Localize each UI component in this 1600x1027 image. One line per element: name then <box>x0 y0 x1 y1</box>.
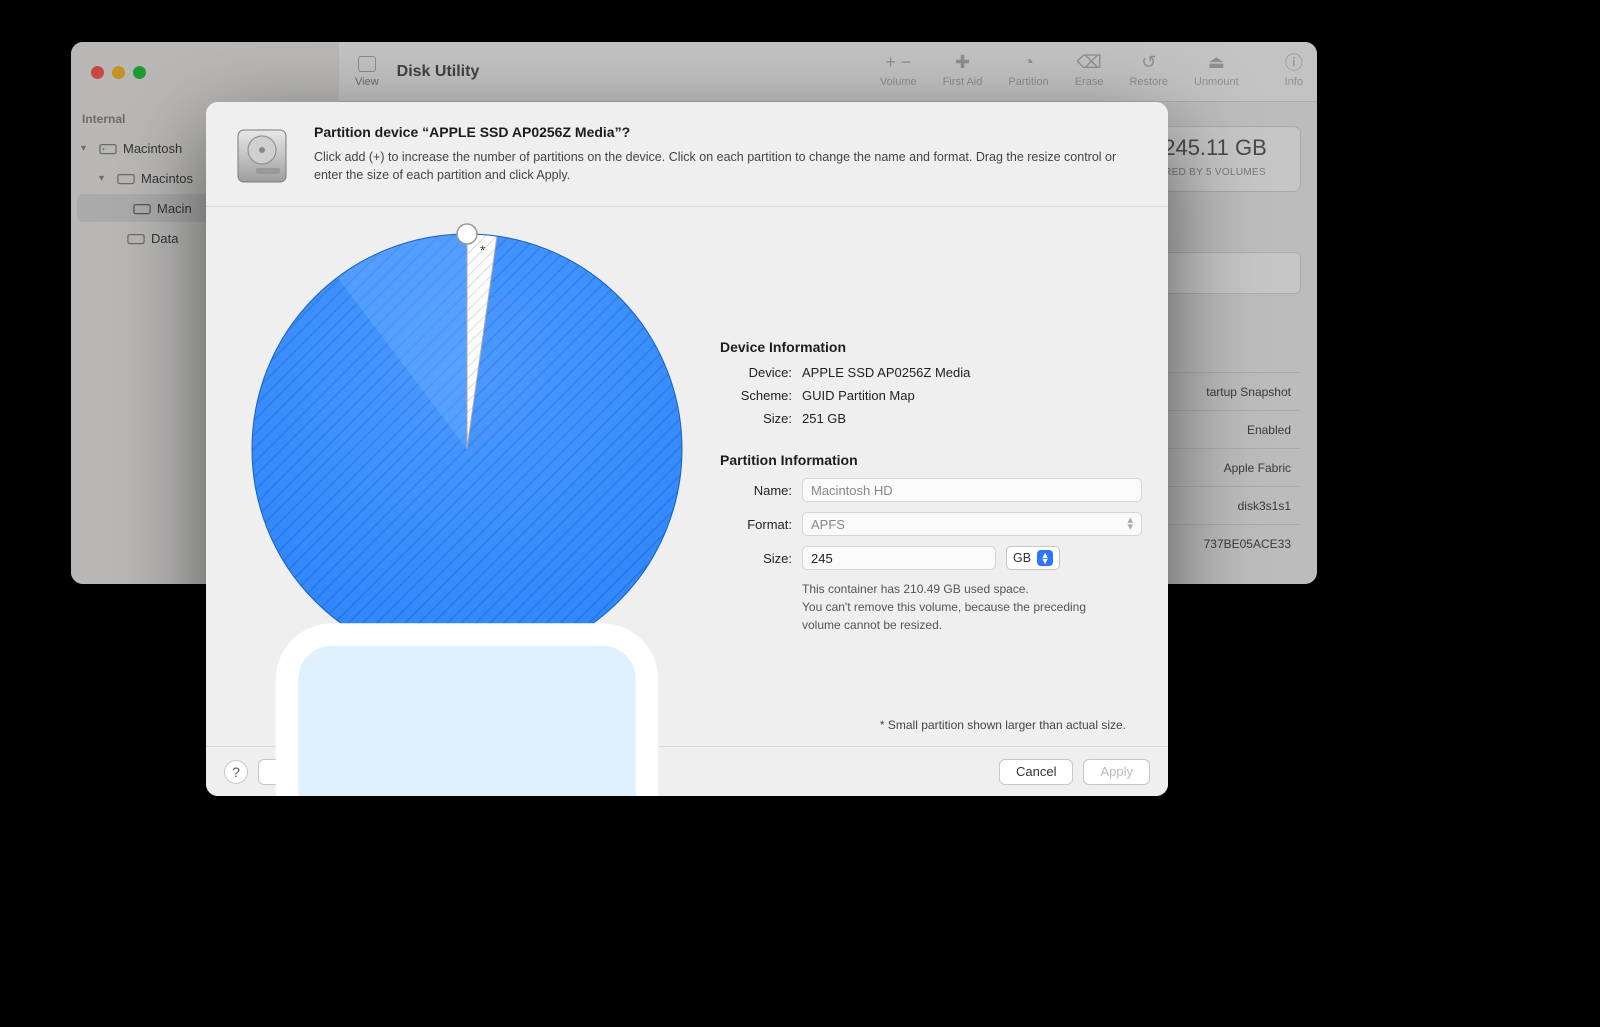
erase-button[interactable]: ⌫Erase <box>1075 52 1104 88</box>
sidebar-item-label: Macintos <box>141 171 193 186</box>
unmount-button[interactable]: ⏏Unmount <box>1194 52 1239 88</box>
size-label: Size: <box>720 551 792 566</box>
pie-icon: ◔ <box>1008 52 1048 72</box>
format-select[interactable]: APFS ▴▾ <box>802 512 1142 536</box>
hard-drive-icon <box>230 124 294 188</box>
partition-button[interactable]: ◔Partition <box>1008 52 1048 88</box>
disk-icon <box>99 141 117 155</box>
plus-minus-icon: + − <box>880 52 917 72</box>
restore-icon: ↺ <box>1129 52 1168 72</box>
toolbar: View Disk Utility + −Volume ✚First Aid ◔… <box>339 42 1317 102</box>
dialog-header: Partition device “APPLE SSD AP0256Z Medi… <box>206 102 1168 207</box>
scheme-value: GUID Partition Map <box>802 388 915 403</box>
zoom-window-button[interactable] <box>133 66 146 79</box>
view-menu-button[interactable]: View <box>355 56 379 88</box>
updown-chevron-icon: ▴▾ <box>1127 517 1133 531</box>
disk-icon <box>133 201 151 215</box>
cancel-button[interactable]: Cancel <box>999 759 1073 785</box>
dialog-title: Partition device “APPLE SSD AP0256Z Medi… <box>314 124 1124 140</box>
erase-icon: ⌫ <box>1075 52 1104 72</box>
app-title: Disk Utility <box>397 63 480 81</box>
restore-button[interactable]: ↺Restore <box>1129 52 1168 88</box>
chevron-down-icon: ▾ <box>99 173 111 184</box>
updown-chevron-icon: ▲▼ <box>1037 550 1053 566</box>
device-info-heading: Device Information <box>720 339 1142 355</box>
svg-text:*: * <box>480 242 486 258</box>
device-value: APPLE SSD AP0256Z Media <box>802 365 970 380</box>
pie-main-label: Macintosh HD 245 GB <box>242 567 692 796</box>
devsize-value: 251 GB <box>802 411 846 426</box>
first-aid-button[interactable]: ✚First Aid <box>943 52 983 88</box>
partition-pie-chart[interactable]: * Macintosh HD 245 GB <box>242 219 692 689</box>
sidebar-item-label: Macintosh <box>123 141 182 156</box>
close-window-button[interactable] <box>91 66 104 79</box>
partition-size-input[interactable] <box>802 546 996 570</box>
chevron-down-icon: ▾ <box>81 143 93 154</box>
info-button[interactable]: ⓘInfo <box>1285 52 1303 88</box>
partition-dialog: Partition device “APPLE SSD AP0256Z Medi… <box>206 102 1168 796</box>
partition-name-input[interactable] <box>802 478 1142 502</box>
window-traffic-lights[interactable] <box>91 66 146 79</box>
partition-note: This container has 210.49 GB used space.… <box>802 580 1122 634</box>
devsize-label: Size: <box>720 411 792 426</box>
minimize-window-button[interactable] <box>112 66 125 79</box>
size-unit-select[interactable]: GB ▲▼ <box>1006 546 1060 570</box>
name-label: Name: <box>720 483 792 498</box>
sidebar-item-label: Data <box>151 231 178 246</box>
device-label: Device: <box>720 365 792 380</box>
disk-icon <box>117 171 135 185</box>
format-label: Format: <box>720 517 792 532</box>
sidebar-section-header: Internal <box>82 112 125 126</box>
scheme-label: Scheme: <box>720 388 792 403</box>
sidebar-item-label: Macin <box>157 201 192 216</box>
volume-icon <box>242 567 692 796</box>
volume-button[interactable]: + −Volume <box>880 52 917 88</box>
disk-icon <box>127 231 145 245</box>
info-icon: ⓘ <box>1285 52 1303 72</box>
partition-info-heading: Partition Information <box>720 452 1142 468</box>
stethoscope-icon: ✚ <box>943 52 983 72</box>
footnote: * Small partition shown larger than actu… <box>880 718 1126 732</box>
dialog-description: Click add (+) to increase the number of … <box>314 148 1124 184</box>
eject-icon: ⏏ <box>1194 52 1239 72</box>
apply-button[interactable]: Apply <box>1083 759 1150 785</box>
